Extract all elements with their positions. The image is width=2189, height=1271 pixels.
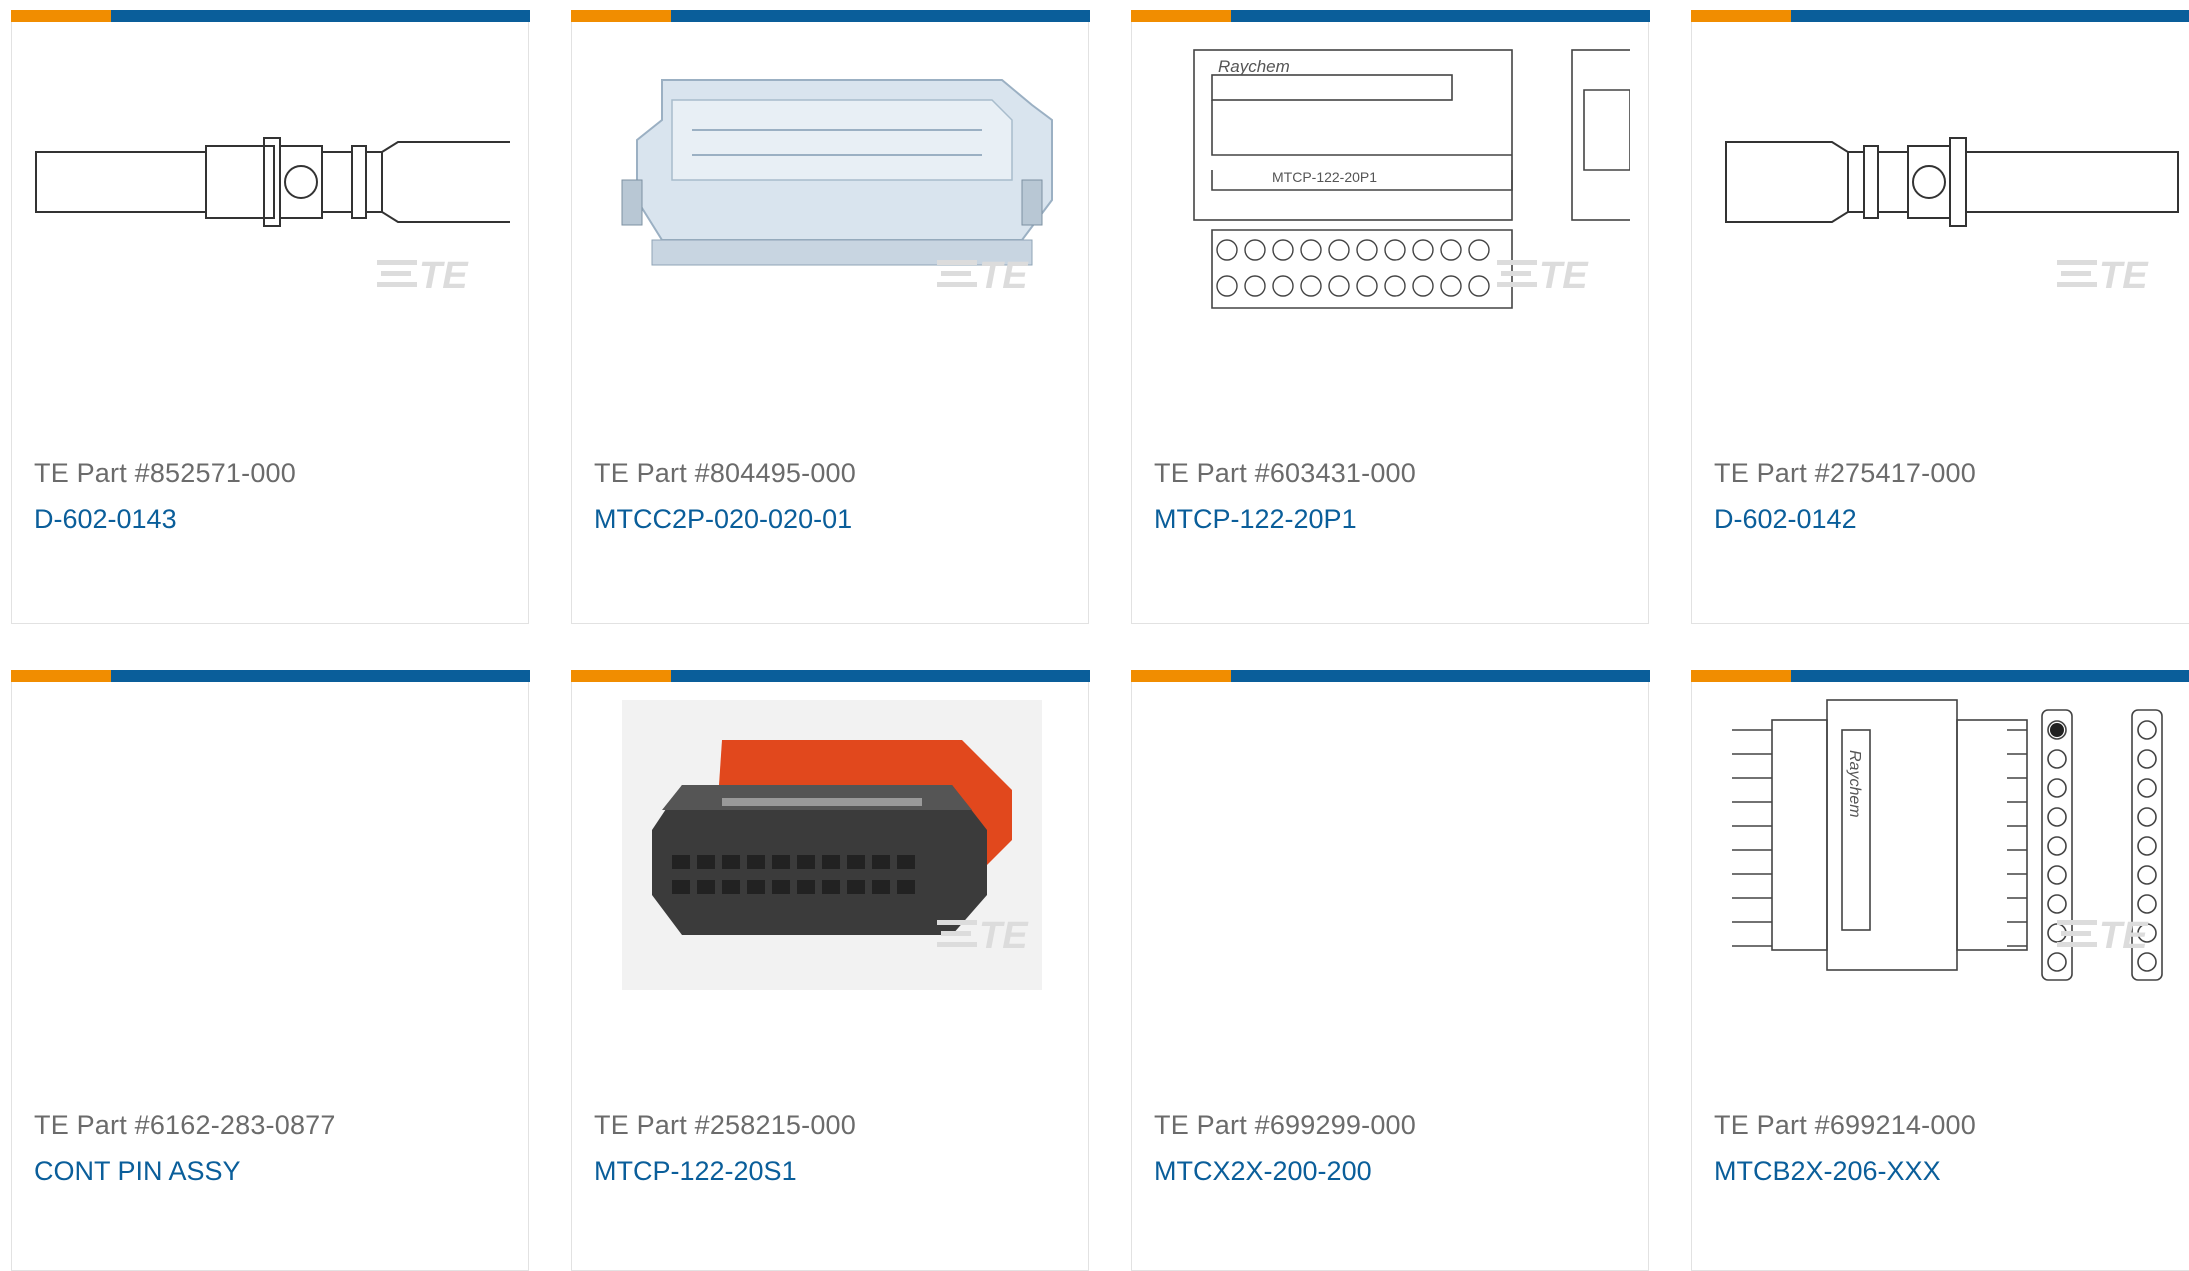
product-image-connector-plug: Raychem MTCP-122-20P1 TE (1193, 49, 1630, 309)
product-name-link[interactable]: D-602-0142 (1714, 504, 1857, 535)
product-name-link[interactable]: D-602-0143 (34, 504, 177, 535)
svg-text:TE: TE (1539, 255, 1589, 297)
part-number: TE Part #6162-283-0877 (34, 1110, 336, 1140)
product-name-link[interactable]: MTCP-122-20S1 (594, 1156, 797, 1187)
card-accent-bar (1131, 10, 1650, 22)
svg-text:TE: TE (2099, 915, 2149, 957)
product-name-link[interactable]: MTCP-122-20P1 (1154, 504, 1357, 535)
card-accent-bar (1131, 670, 1650, 682)
product-card[interactable]: Raychem TE TE Part #699214-000 MTCB2X-20… (1691, 670, 2189, 1271)
card-accent-bar (11, 10, 530, 22)
product-card[interactable]: TE TE Part #275417-000 D-602-0142 (1691, 10, 2189, 624)
part-number: TE Part #699299-000 (1154, 1110, 1416, 1140)
card-accent-bar (11, 670, 530, 682)
product-name-link[interactable]: MTCB2X-206-XXX (1714, 1156, 1941, 1187)
product-name-link[interactable]: MTCX2X-200-200 (1154, 1156, 1372, 1187)
product-name-link[interactable]: CONT PIN ASSY (34, 1156, 241, 1187)
product-card[interactable]: TE Part #699299-000 MTCX2X-200-200 (1131, 670, 1650, 1271)
product-image-connector-block: Raychem TE (1732, 699, 2163, 981)
svg-text:Raychem: Raychem (1846, 750, 1863, 818)
svg-text:TE: TE (979, 915, 1029, 957)
card-accent-bar (571, 10, 1090, 22)
svg-text:Raychem: Raychem (1218, 57, 1290, 76)
svg-text:MTCP-122-20P1: MTCP-122-20P1 (1272, 169, 1377, 185)
product-image-pin-contact: TE (1725, 137, 2179, 297)
part-number: TE Part #275417-000 (1714, 458, 1976, 488)
svg-text:TE: TE (979, 255, 1029, 297)
svg-text:TE: TE (2099, 255, 2149, 297)
part-number: TE Part #603431-000 (1154, 458, 1416, 488)
product-image-connector-cover: TE (621, 79, 1053, 297)
card-accent-bar (1691, 10, 2189, 22)
part-number: TE Part #804495-000 (594, 458, 856, 488)
part-number: TE Part #852571-000 (34, 458, 296, 488)
product-image-socket-connector: TE (622, 700, 1042, 990)
svg-text:TE: TE (419, 255, 469, 297)
product-card[interactable]: TE TE Part #852571-000 D-602-0143 (11, 10, 530, 624)
product-card[interactable]: TE Part #6162-283-0877 CONT PIN ASSY (11, 670, 530, 1271)
card-accent-bar (1691, 670, 2189, 682)
product-name-link[interactable]: MTCC2P-020-020-01 (594, 504, 852, 535)
part-number: TE Part #699214-000 (1714, 1110, 1976, 1140)
product-card[interactable]: Raychem MTCP-122-20P1 TE TE Part #603431… (1131, 10, 1650, 624)
part-number: TE Part #258215-000 (594, 1110, 856, 1140)
product-card[interactable]: TE TE Part #258215-000 MTCP-122-20S1 (571, 670, 1090, 1271)
card-accent-bar (571, 670, 1090, 682)
product-image-pin-contact: TE (35, 137, 510, 297)
product-card[interactable]: TE TE Part #804495-000 MTCC2P-020-020-01 (571, 10, 1090, 624)
